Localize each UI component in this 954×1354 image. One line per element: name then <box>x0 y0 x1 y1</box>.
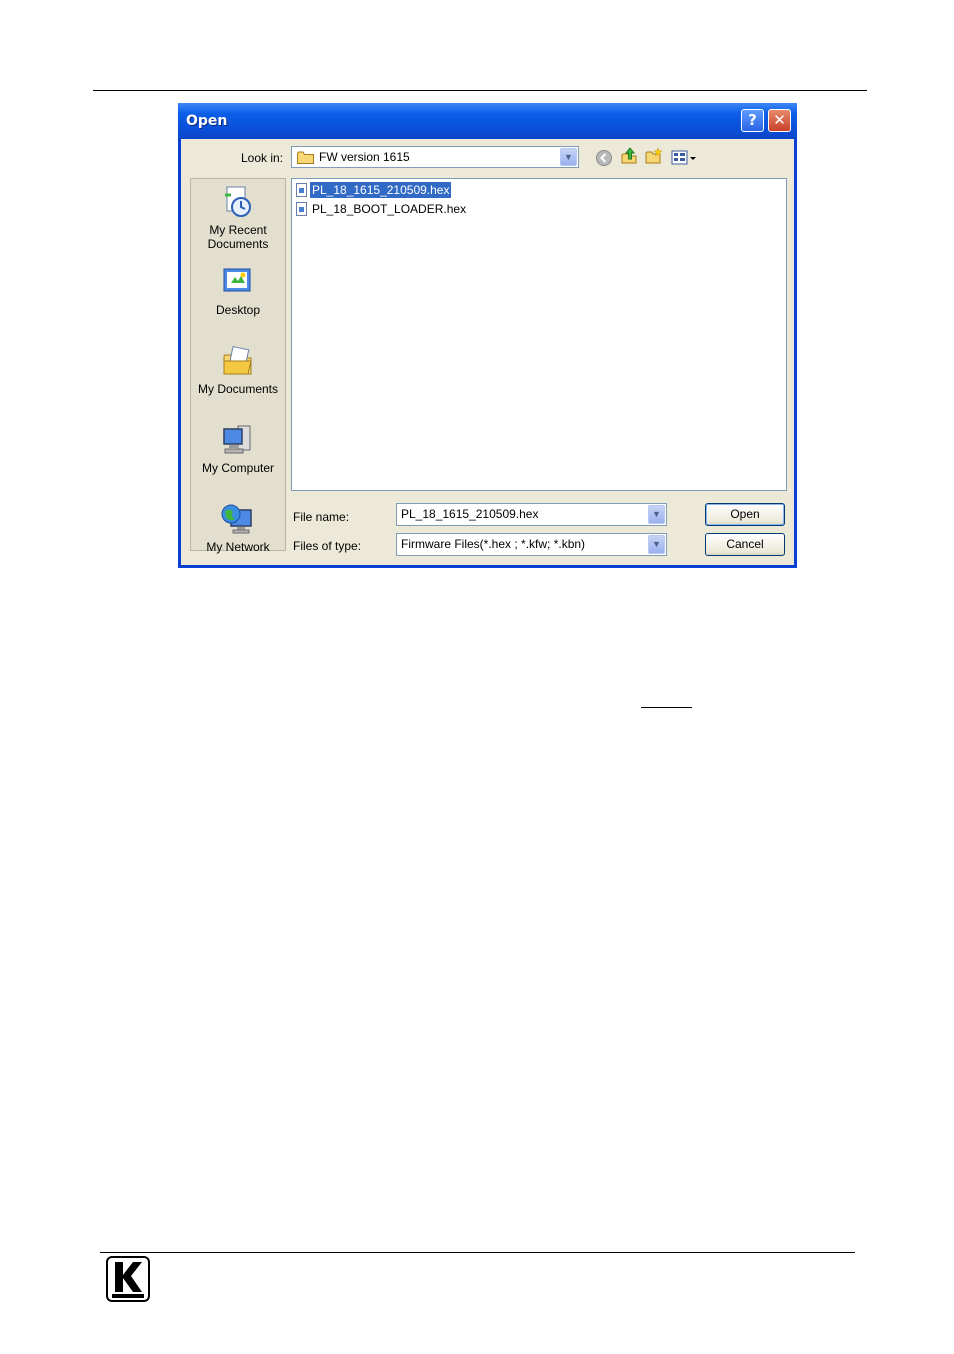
close-button[interactable]: ✕ <box>768 109 791 132</box>
file-type-select[interactable]: Firmware Files(*.hex ; *.kfw; *.kbn) ▼ <box>396 533 667 556</box>
place-my-documents[interactable]: My Documents <box>191 344 285 396</box>
open-button[interactable]: Open <box>705 503 785 526</box>
my-documents-icon <box>223 345 252 375</box>
my-network-icon <box>221 504 252 534</box>
place-my-computer[interactable]: My Computer <box>191 423 285 475</box>
look-in-label: Look in: <box>241 151 284 165</box>
kramer-logo <box>106 1256 150 1302</box>
file-name: PL_18_1615_210509.hex <box>310 182 452 198</box>
new-folder-icon[interactable] <box>645 147 663 165</box>
views-menu-icon[interactable] <box>671 149 699 167</box>
dialog-title: Open <box>186 113 228 129</box>
file-name-label: File name: <box>293 510 350 524</box>
place-my-network[interactable]: My Network <box>191 502 285 554</box>
open-dialog: Open ? ✕ Look in: FW version 1615 ▼ My R… <box>178 103 797 568</box>
page-top-rule <box>93 90 867 91</box>
file-name: PL_18_BOOT_LOADER.hex <box>312 202 467 216</box>
my-computer-icon <box>223 425 251 454</box>
file-type-value: Firmware Files(*.hex ; *.kfw; *.kbn) <box>401 537 586 551</box>
place-my-recent-documents[interactable]: My Recent Documents <box>191 185 285 251</box>
up-folder-icon[interactable] <box>620 147 638 165</box>
place-label-line1: My Recent <box>209 223 267 237</box>
link-underline <box>641 707 692 708</box>
place-label-line1: My Computer <box>201 461 275 475</box>
chevron-down-icon[interactable]: ▼ <box>648 505 665 524</box>
file-name-value: PL_18_1615_210509.hex <box>401 507 539 521</box>
folder-icon <box>297 151 314 164</box>
look-in-value: FW version 1615 <box>319 150 410 164</box>
file-type-label: Files of type: <box>293 539 362 553</box>
place-label-line1: My Network <box>206 540 270 554</box>
dialog-client-area: Look in: FW version 1615 ▼ My Recent Doc… <box>181 139 794 565</box>
place-label-line1: Desktop <box>215 303 261 317</box>
help-button[interactable]: ? <box>741 109 764 132</box>
cancel-button[interactable]: Cancel <box>705 533 785 556</box>
recent-documents-icon <box>225 186 251 217</box>
place-label-line1: My Documents <box>197 382 279 396</box>
chevron-down-icon[interactable]: ▼ <box>648 535 665 554</box>
places-bar: My Recent Documents Desktop My Documents… <box>190 178 286 554</box>
file-list[interactable]: PL_18_1615_210509.hex PL_18_BOOT_LOADER.… <box>291 178 787 491</box>
hex-file-icon <box>296 183 307 197</box>
title-bar[interactable]: Open ? ✕ <box>178 103 797 139</box>
file-name-input[interactable]: PL_18_1615_210509.hex ▼ <box>396 503 667 526</box>
hex-file-icon <box>296 202 307 216</box>
look-in-combo[interactable]: FW version 1615 ▼ <box>291 146 579 168</box>
place-desktop[interactable]: Desktop <box>191 265 285 317</box>
back-icon[interactable] <box>595 149 613 167</box>
desktop-icon <box>223 268 251 292</box>
place-label-line2: Documents <box>207 237 269 251</box>
page-bottom-rule <box>100 1252 855 1253</box>
chevron-down-icon[interactable]: ▼ <box>560 148 577 166</box>
